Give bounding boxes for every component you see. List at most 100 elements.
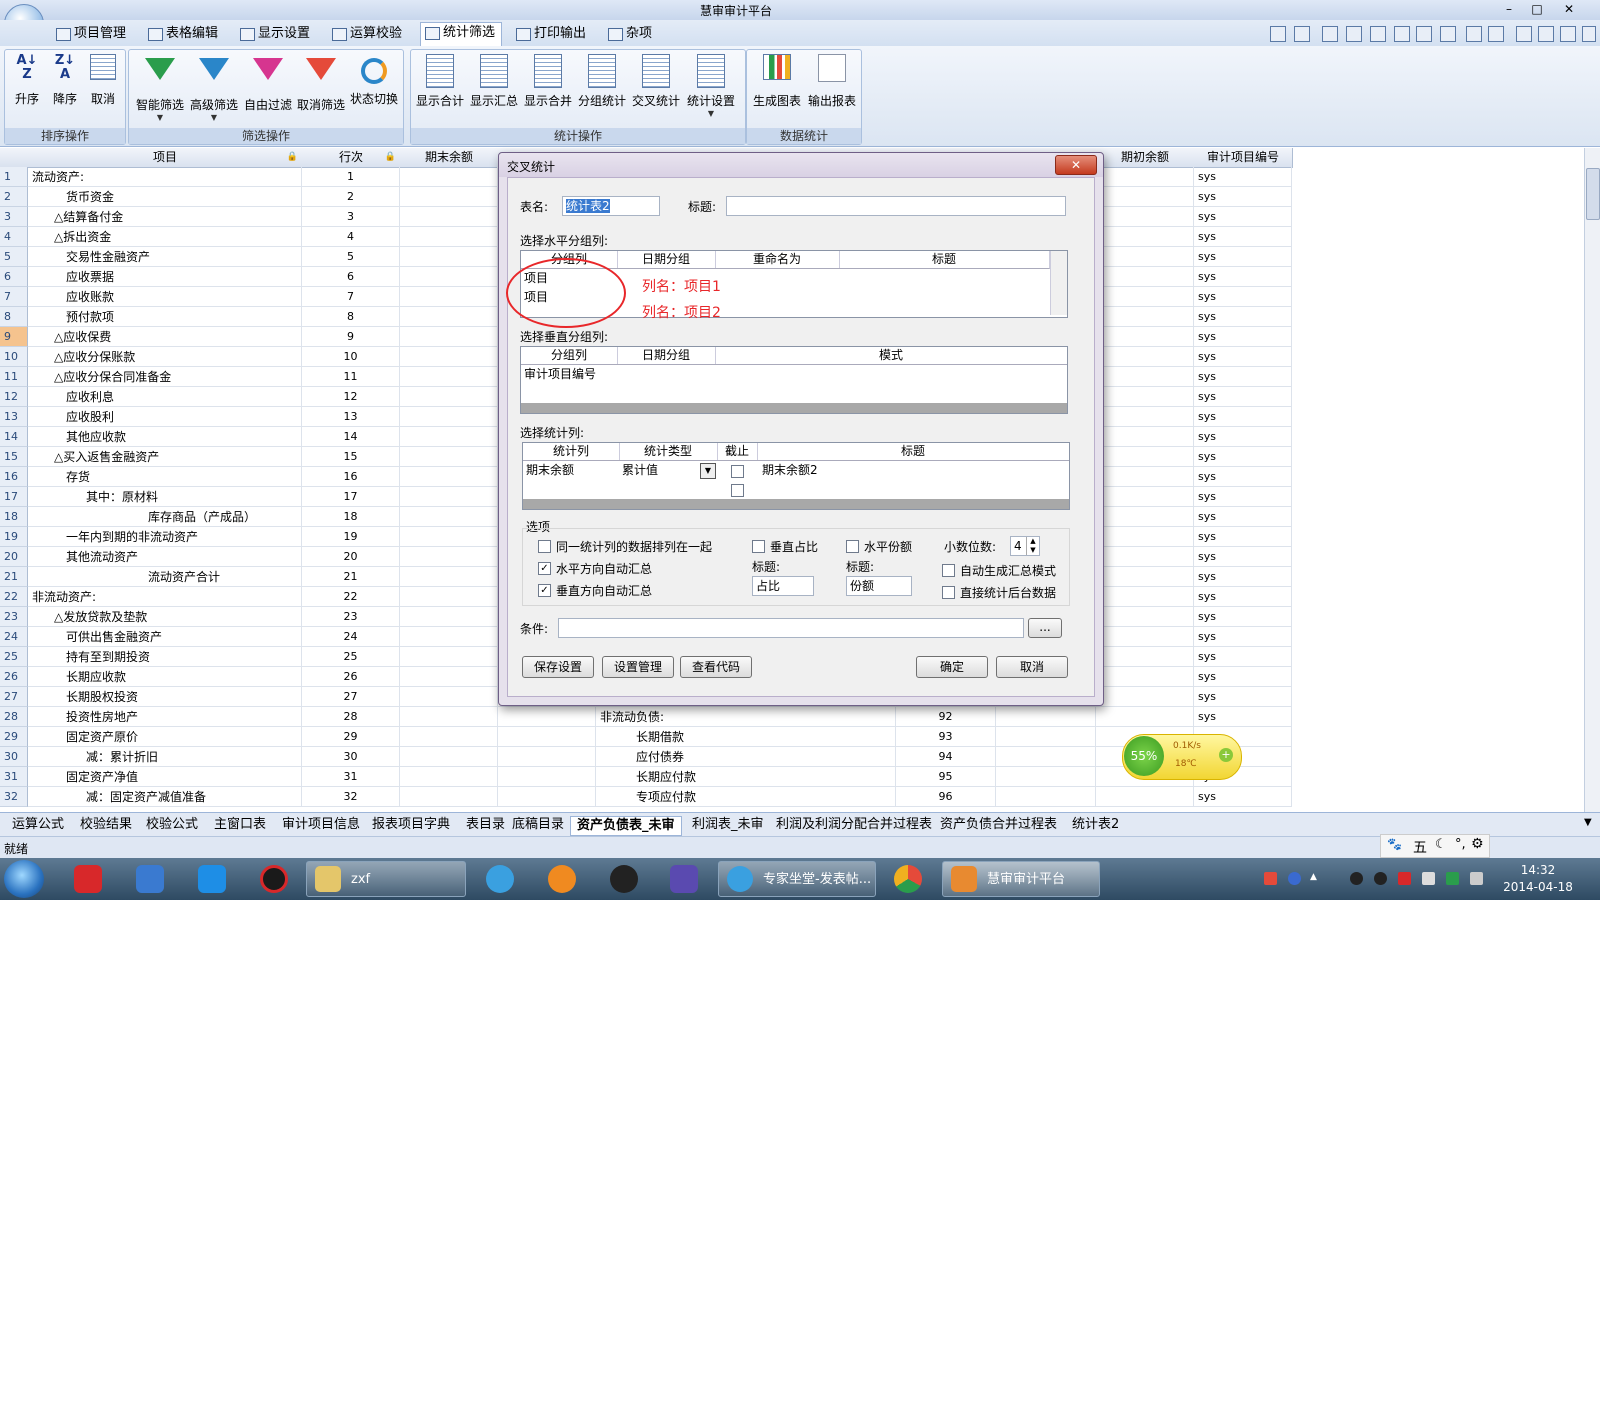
cell-line[interactable]: 31 [302, 767, 400, 787]
corner-cell[interactable] [0, 148, 29, 168]
cell-empty[interactable] [1096, 387, 1194, 407]
cell-empty[interactable] [400, 707, 498, 727]
cell-liability-line[interactable]: 93 [896, 727, 996, 747]
cell-liability-line[interactable]: 96 [896, 787, 996, 807]
row-number[interactable]: 19 [0, 527, 28, 547]
h-share-checkbox[interactable] [846, 540, 859, 553]
cell-audit-number[interactable]: sys [1194, 607, 1292, 627]
cell-empty[interactable] [400, 587, 498, 607]
cell-audit-number[interactable]: sys [1194, 407, 1292, 427]
row-number[interactable]: 11 [0, 367, 28, 387]
cell-empty[interactable] [1096, 227, 1194, 247]
cell-empty[interactable] [400, 547, 498, 567]
row-number[interactable]: 12 [0, 387, 28, 407]
sheet-tab[interactable]: 审计项目信息 [276, 816, 366, 834]
toggle-state-button[interactable]: 状态切换 [347, 54, 401, 107]
cell-item[interactable]: △应收分保合同准备金 [28, 367, 302, 387]
start-button-icon[interactable] [4, 860, 44, 898]
baidu-cloud-icon[interactable] [198, 865, 226, 893]
cell-item[interactable]: 流动资产合计 [28, 567, 302, 587]
row-number[interactable]: 5 [0, 247, 28, 267]
cell-empty[interactable] [1096, 307, 1194, 327]
cell-line[interactable]: 29 [302, 727, 400, 747]
cell-empty[interactable] [400, 687, 498, 707]
sheet-tab[interactable]: 利润表_未审 [686, 816, 770, 834]
condition-input[interactable] [558, 618, 1024, 638]
row-number[interactable]: 16 [0, 467, 28, 487]
cell-item[interactable]: △拆出资金 [28, 227, 302, 247]
cell-line[interactable]: 12 [302, 387, 400, 407]
cell-liability-item[interactable]: 非流动负债: [596, 707, 896, 727]
cell-empty[interactable] [1096, 787, 1194, 807]
cell-audit-number[interactable]: sys [1194, 587, 1292, 607]
cell-empty[interactable] [400, 427, 498, 447]
cell-line[interactable]: 17 [302, 487, 400, 507]
row-number[interactable]: 25 [0, 647, 28, 667]
header-line[interactable]: 行次 🔒 [302, 148, 401, 168]
row-number[interactable]: 27 [0, 687, 28, 707]
cell-item[interactable]: 一年内到期的非流动资产 [28, 527, 302, 547]
cell-item[interactable]: 固定资产原价 [28, 727, 302, 747]
gear-icon[interactable]: ⚙ [1471, 836, 1484, 852]
cell-line[interactable]: 30 [302, 747, 400, 767]
cell-empty[interactable] [400, 347, 498, 367]
generate-chart-button[interactable]: 生成图表 [749, 54, 805, 109]
plus-icon[interactable]: + [1219, 748, 1233, 762]
cell-empty[interactable] [1096, 467, 1194, 487]
calculator-icon[interactable] [1516, 26, 1532, 42]
cell-audit-number[interactable]: sys [1194, 347, 1292, 367]
row-number[interactable]: 31 [0, 767, 28, 787]
cell-empty[interactable] [400, 667, 498, 687]
show-total-button[interactable]: 显示合计 [413, 54, 467, 109]
row-number[interactable]: 3 [0, 207, 28, 227]
cell-line[interactable]: 32 [302, 787, 400, 807]
v-ratio-checkbox[interactable] [752, 540, 765, 553]
sheet-tab[interactable]: 校验结果 [74, 816, 138, 834]
cell-item[interactable]: 库存商品（产成品） [28, 507, 302, 527]
cell-empty[interactable] [1096, 527, 1194, 547]
cell-item[interactable]: 固定资产净值 [28, 767, 302, 787]
cell-audit-number[interactable]: sys [1194, 627, 1292, 647]
ratio-title-input[interactable]: 占比 [752, 576, 814, 596]
row-number[interactable]: 1 [0, 167, 28, 187]
cell-empty[interactable] [400, 787, 498, 807]
cell-line[interactable]: 15 [302, 447, 400, 467]
stat-col-table[interactable]: 统计列 统计类型 截止 标题 期末余额 累计值 ▼ 期末余额2 [522, 442, 1070, 510]
tab-table-edit[interactable]: 表格编辑 [144, 24, 224, 44]
settings-icon[interactable] [1538, 26, 1554, 42]
minimize-icon[interactable]: – [1496, 1, 1522, 17]
quick-icon-2[interactable] [1294, 26, 1310, 42]
cell-audit-number[interactable]: sys [1194, 447, 1292, 467]
row-number[interactable]: 17 [0, 487, 28, 507]
bird-icon[interactable] [136, 865, 164, 893]
show-merge-button[interactable]: 显示合并 [521, 54, 575, 109]
cell-line[interactable]: 6 [302, 267, 400, 287]
maximize-icon[interactable]: □ [1524, 1, 1550, 17]
row-number[interactable]: 21 [0, 567, 28, 587]
save-settings-button[interactable]: 保存设置 [522, 656, 594, 678]
cell-empty[interactable] [1096, 367, 1194, 387]
condition-browse-button[interactable]: ... [1028, 618, 1062, 638]
cell-audit-number[interactable]: sys [1194, 327, 1292, 347]
cell-empty[interactable] [1096, 407, 1194, 427]
cell-empty[interactable] [400, 447, 498, 467]
row-number[interactable]: 4 [0, 227, 28, 247]
cell-line[interactable]: 26 [302, 667, 400, 687]
cell-item[interactable]: 投资性房地产 [28, 707, 302, 727]
cell-empty[interactable] [1096, 207, 1194, 227]
row-number[interactable]: 32 [0, 787, 28, 807]
cell-item[interactable]: 其中：原材料 [28, 487, 302, 507]
more-icon[interactable] [1582, 26, 1596, 42]
cell-empty[interactable] [400, 287, 498, 307]
row-number[interactable]: 7 [0, 287, 28, 307]
cell-line[interactable]: 27 [302, 687, 400, 707]
cell-empty[interactable] [400, 407, 498, 427]
cell-audit-number[interactable]: sys [1194, 207, 1292, 227]
row-number[interactable]: 6 [0, 267, 28, 287]
ime-toolbar[interactable]: 🐾 五 ☾ °, ⚙ [1380, 834, 1490, 858]
cell-item[interactable]: △买入返售金融资产 [28, 447, 302, 467]
sheet-tab[interactable]: 主窗口表 [208, 816, 272, 834]
cell-empty[interactable] [400, 187, 498, 207]
cell-empty[interactable] [400, 747, 498, 767]
vert-row-1[interactable]: 审计项目编号 [521, 365, 596, 384]
